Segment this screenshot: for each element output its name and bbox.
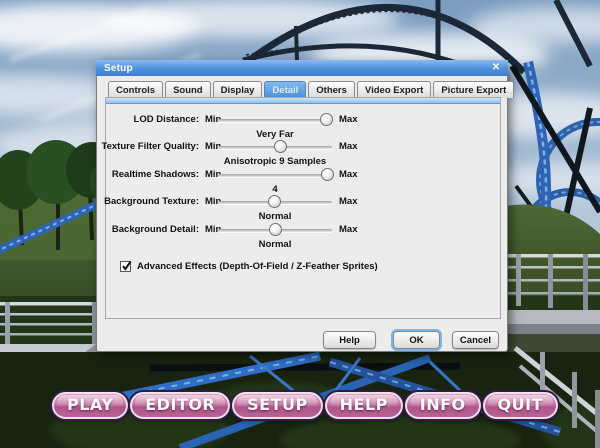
tab-video-export[interactable]: Video Export xyxy=(357,81,431,98)
slider-label: Background Texture: xyxy=(96,196,199,207)
tab-controls[interactable]: Controls xyxy=(108,81,163,98)
slider-label: Texture Filter Quality: xyxy=(96,141,199,152)
tab-bar: ControlsSoundDisplayDetailOthersVideo Ex… xyxy=(108,81,514,98)
checkbox-box[interactable] xyxy=(120,261,131,272)
slider-thumb[interactable] xyxy=(274,140,287,153)
slider-max-label: Max xyxy=(339,196,357,207)
cancel-button[interactable]: Cancel xyxy=(452,331,499,349)
slider-track-realtime-shadows[interactable]: 4 xyxy=(218,167,332,182)
slider-thumb[interactable] xyxy=(269,223,282,236)
tab-picture-export[interactable]: Picture Export xyxy=(433,81,514,98)
tab-others[interactable]: Others xyxy=(308,81,355,98)
close-icon[interactable]: ✕ xyxy=(489,62,503,74)
info-button[interactable]: INFO xyxy=(405,392,481,419)
game-screen: Setup ✕ ControlsSoundDisplayDetailOthers… xyxy=(0,0,600,448)
dialog-button-row: Help OK Cancel xyxy=(323,331,499,349)
slider-thumb[interactable] xyxy=(321,168,334,181)
tab-detail[interactable]: Detail xyxy=(264,81,306,98)
ok-button[interactable]: OK xyxy=(393,331,440,349)
slider-label: LOD Distance: xyxy=(96,114,199,125)
main-menu-bar: PLAYEDITORSETUPHELPINFOQUIT xyxy=(52,392,558,419)
slider-row-background-texture: Background Texture:MinNormalMax xyxy=(106,192,500,220)
slider-bar xyxy=(218,174,332,177)
slider-max-label: Max xyxy=(339,169,357,180)
slider-thumb[interactable] xyxy=(320,113,333,126)
dialog-titlebar[interactable]: Setup ✕ xyxy=(96,60,508,76)
panel-accent-bar xyxy=(106,98,500,104)
slider-value: Normal xyxy=(218,239,332,250)
detail-tab-panel: LOD Distance:MinVery FarMaxTexture Filte… xyxy=(105,97,501,319)
slider-max-label: Max xyxy=(339,141,357,152)
slider-track-background-texture[interactable]: Normal xyxy=(218,194,332,209)
slider-max-label: Max xyxy=(339,114,357,125)
dialog-title: Setup xyxy=(104,63,489,74)
slider-label: Background Detail: xyxy=(96,224,199,235)
help-button[interactable]: Help xyxy=(323,331,376,349)
quit-button[interactable]: QUIT xyxy=(483,392,558,419)
slider-track-background-detail[interactable]: Normal xyxy=(218,222,332,237)
play-button[interactable]: PLAY xyxy=(52,392,128,419)
slider-row-background-detail: Background Detail:MinNormalMax xyxy=(106,220,500,248)
tab-sound[interactable]: Sound xyxy=(165,81,211,98)
slider-track-lod-distance[interactable]: Very Far xyxy=(218,112,332,127)
editor-button[interactable]: EDITOR xyxy=(130,392,230,419)
setup-button[interactable]: SETUP xyxy=(232,392,323,419)
checkbox-label: Advanced Effects (Depth-Of-Field / Z-Fea… xyxy=(137,261,378,272)
help-button[interactable]: HELP xyxy=(325,392,403,419)
setup-dialog: Setup ✕ ControlsSoundDisplayDetailOthers… xyxy=(96,60,508,352)
slider-row-realtime-shadows: Realtime Shadows:Min4Max xyxy=(106,165,500,193)
tab-display[interactable]: Display xyxy=(213,81,263,98)
slider-max-label: Max xyxy=(339,224,357,235)
slider-row-texture-filter-quality: Texture Filter Quality:MinAnisotropic 9 … xyxy=(106,137,500,165)
slider-track-texture-filter-quality[interactable]: Anisotropic 9 Samples xyxy=(218,139,332,154)
slider-row-lod-distance: LOD Distance:MinVery FarMax xyxy=(106,110,500,138)
advanced-effects-checkbox[interactable]: Advanced Effects (Depth-Of-Field / Z-Fea… xyxy=(120,261,378,272)
slider-bar xyxy=(218,119,332,122)
slider-thumb[interactable] xyxy=(268,195,281,208)
slider-label: Realtime Shadows: xyxy=(96,169,199,180)
check-icon xyxy=(121,260,132,272)
